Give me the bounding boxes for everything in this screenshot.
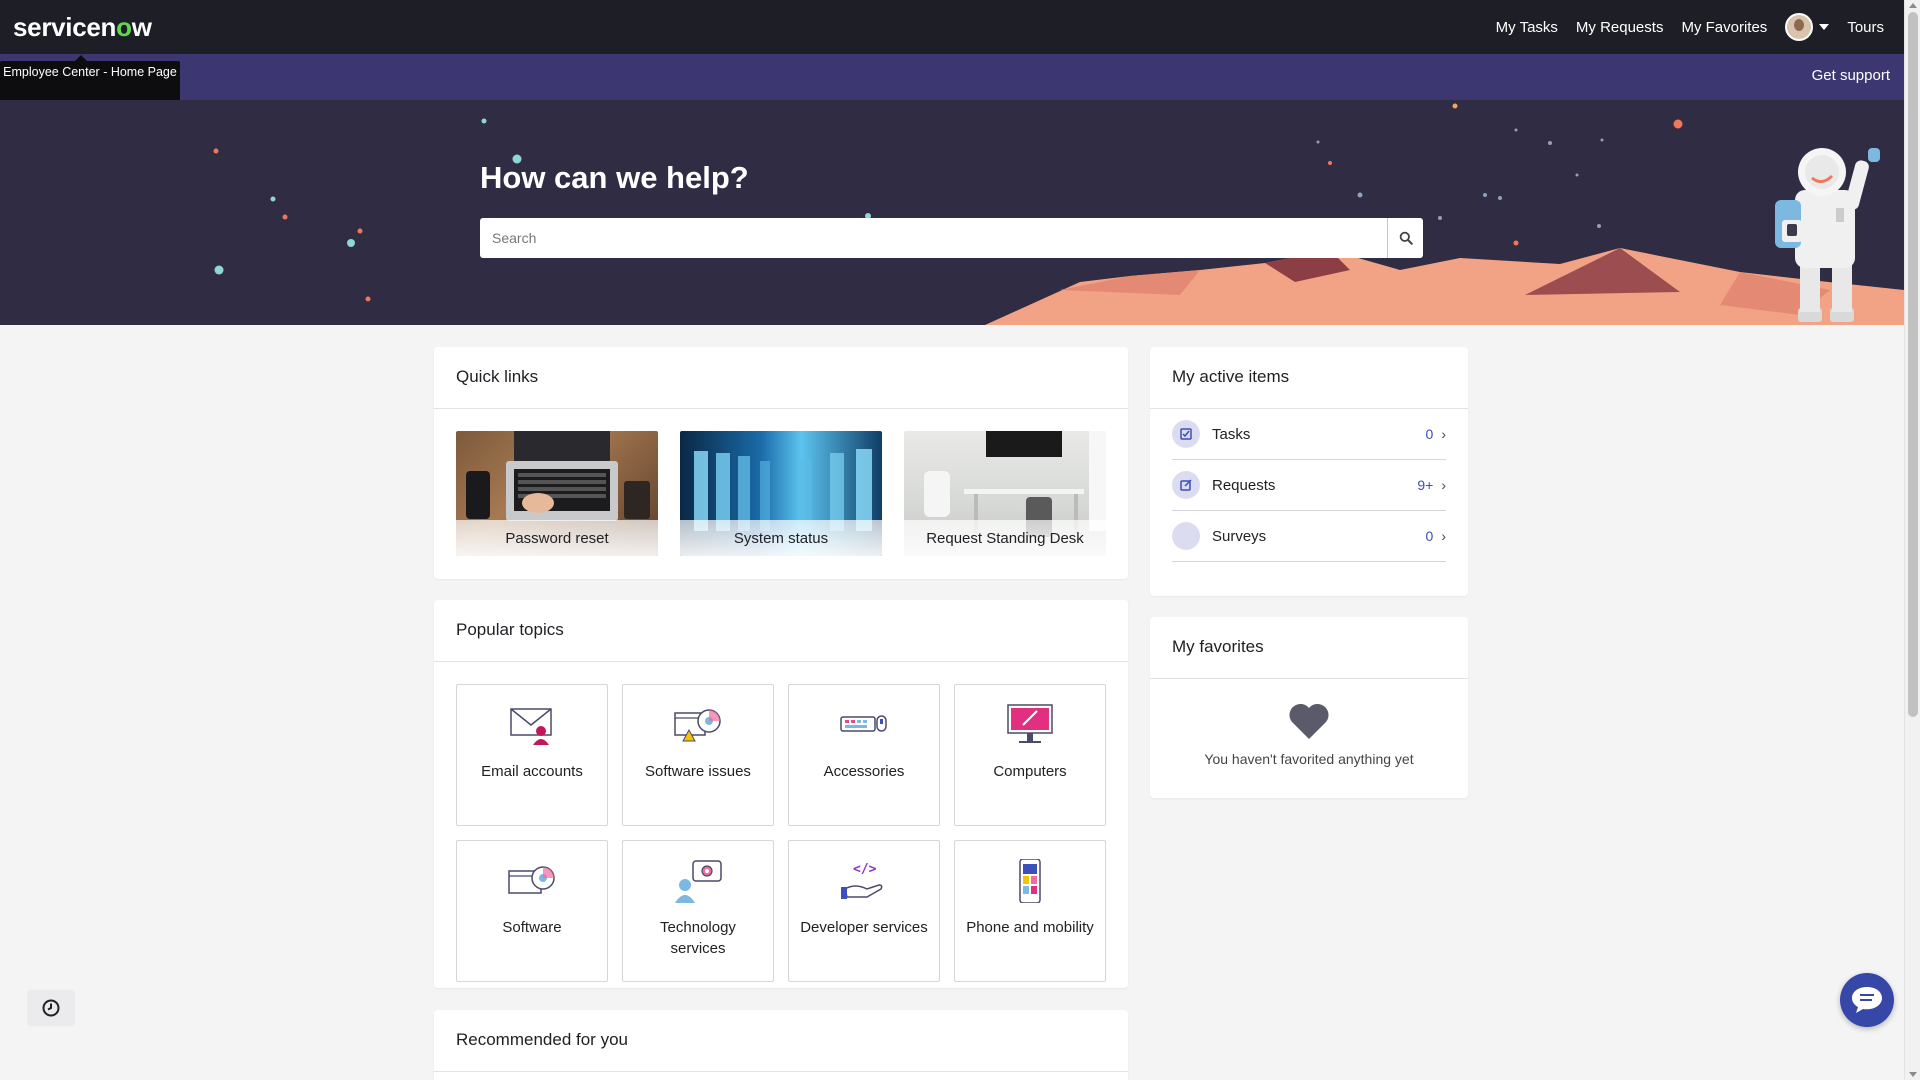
recommended-title: Recommended for you bbox=[434, 1010, 1128, 1072]
topic-phone-and-mobility[interactable]: Phone and mobility bbox=[954, 840, 1106, 982]
phone-icon bbox=[1019, 859, 1041, 903]
quick-links-title: Quick links bbox=[434, 347, 1128, 409]
popular-topics-card: Popular topics Email accounts Software i… bbox=[434, 600, 1128, 988]
search-bar bbox=[480, 218, 1423, 258]
quick-link-label: Password reset bbox=[456, 520, 658, 556]
chevron-right-icon: › bbox=[1441, 477, 1446, 493]
topic-label: Software issues bbox=[645, 763, 751, 780]
active-item-label: Surveys bbox=[1212, 527, 1267, 545]
active-item-count: 0 bbox=[1425, 426, 1434, 442]
topic-label: Software bbox=[502, 919, 562, 936]
chevron-down-icon[interactable] bbox=[1819, 24, 1830, 30]
topic-label: Phone and mobility bbox=[966, 919, 1094, 936]
topic-technology-services[interactable]: Technology services bbox=[622, 840, 774, 982]
quick-link-request-standing-desk[interactable]: Request Standing Desk bbox=[904, 431, 1106, 556]
task-check-icon bbox=[1172, 420, 1200, 448]
active-items-title: My active items bbox=[1150, 347, 1468, 409]
active-item-label: Tasks bbox=[1212, 425, 1251, 443]
active-item-surveys[interactable]: Surveys 0 › bbox=[1172, 511, 1446, 562]
active-item-requests[interactable]: Requests 9+ › bbox=[1172, 460, 1446, 511]
topic-software[interactable]: Software bbox=[456, 840, 608, 982]
chat-bubble-icon bbox=[1852, 987, 1882, 1013]
hero-banner: How can we help? bbox=[0, 100, 1904, 325]
active-item-count: 9+ bbox=[1417, 477, 1434, 493]
topic-software-issues[interactable]: Software issues bbox=[622, 684, 774, 826]
get-support-link[interactable]: Get support bbox=[1812, 67, 1890, 84]
chevron-right-icon: › bbox=[1441, 426, 1446, 442]
page-title-tooltip: Employee Center - Home Page bbox=[0, 55, 180, 102]
search-button[interactable] bbox=[1387, 218, 1423, 258]
topic-label: Computers bbox=[993, 763, 1067, 780]
monitor-icon bbox=[1007, 704, 1053, 743]
nav-my-requests[interactable]: My Requests bbox=[1576, 19, 1664, 36]
search-icon bbox=[1399, 231, 1413, 245]
svg-text:</>: </> bbox=[853, 862, 877, 877]
nav-my-tasks[interactable]: My Tasks bbox=[1496, 19, 1558, 36]
vertical-scrollbar[interactable] bbox=[1904, 0, 1920, 1080]
search-input[interactable] bbox=[480, 218, 1387, 258]
history-button[interactable] bbox=[27, 990, 75, 1026]
scroll-down-arrow-icon[interactable] bbox=[1909, 1072, 1917, 1077]
clock-icon bbox=[42, 999, 60, 1017]
keyboard-mouse-icon bbox=[840, 715, 887, 732]
topic-label: Accessories bbox=[823, 763, 905, 780]
active-item-tasks[interactable]: Tasks 0 › bbox=[1172, 409, 1446, 460]
quick-links-card: Quick links Password reset System status… bbox=[434, 347, 1128, 579]
topic-label: Developer services bbox=[800, 919, 928, 936]
recommended-card: Recommended for you bbox=[434, 1010, 1128, 1080]
favorites-card: My favorites You haven't favorited anyth… bbox=[1150, 617, 1468, 798]
favorites-title: My favorites bbox=[1150, 617, 1468, 679]
user-avatar[interactable] bbox=[1785, 13, 1814, 41]
software-issues-icon bbox=[674, 709, 721, 742]
code-hand-icon: </> bbox=[841, 862, 883, 899]
popular-topics-title: Popular topics bbox=[434, 600, 1128, 662]
topic-email-accounts[interactable]: Email accounts bbox=[456, 684, 608, 826]
quick-link-label: Request Standing Desk bbox=[904, 520, 1106, 556]
survey-icon bbox=[1172, 522, 1200, 550]
topic-developer-services[interactable]: </> Developer services bbox=[788, 840, 940, 982]
topic-accessories[interactable]: Accessories bbox=[788, 684, 940, 826]
space-illustration bbox=[213, 103, 1904, 325]
chevron-right-icon: › bbox=[1441, 528, 1446, 544]
top-nav-links: My Tasks My Requests My Favorites Tours bbox=[1496, 0, 1884, 54]
hero-title: How can we help? bbox=[480, 160, 749, 195]
email-icon bbox=[510, 708, 552, 745]
nav-tours[interactable]: Tours bbox=[1847, 19, 1884, 36]
scrollbar-thumb[interactable] bbox=[1908, 12, 1918, 717]
chat-button[interactable] bbox=[1840, 973, 1894, 1027]
topic-label: Technology services bbox=[660, 919, 736, 957]
technology-services-icon bbox=[675, 860, 722, 903]
top-navigation-bar: servicenow My Tasks My Requests My Favor… bbox=[0, 0, 1904, 54]
topic-label: Email accounts bbox=[481, 763, 583, 780]
nav-my-favorites[interactable]: My Favorites bbox=[1681, 19, 1767, 36]
servicenow-logo[interactable]: servicenow bbox=[13, 12, 152, 43]
quick-link-password-reset[interactable]: Password reset bbox=[456, 431, 658, 556]
scroll-up-arrow-icon[interactable] bbox=[1909, 3, 1917, 8]
favorites-empty-message: You haven't favorited anything yet bbox=[1204, 751, 1414, 767]
topic-computers[interactable]: Computers bbox=[954, 684, 1106, 826]
software-disc-icon bbox=[508, 866, 555, 894]
quick-link-label: System status bbox=[680, 520, 882, 556]
request-edit-icon bbox=[1172, 471, 1200, 499]
heart-icon bbox=[1289, 703, 1329, 739]
active-item-label: Requests bbox=[1212, 476, 1276, 494]
quick-link-system-status[interactable]: System status bbox=[680, 431, 882, 556]
active-item-count: 0 bbox=[1425, 528, 1434, 544]
active-items-card: My active items Tasks 0 › Requests 9+ › … bbox=[1150, 347, 1468, 596]
secondary-header-strip: Get support bbox=[0, 54, 1904, 100]
